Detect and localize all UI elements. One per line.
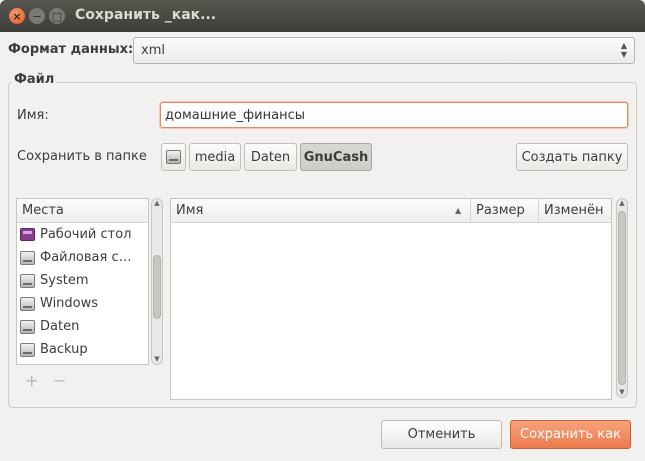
save-as-button[interactable]: Сохранить как: [510, 420, 631, 449]
drive-icon: [20, 273, 35, 288]
name-label: Имя:: [17, 108, 49, 123]
save-in-label: Сохранить в папке: [17, 149, 147, 164]
place-item-filesystem[interactable]: Файловая с…: [17, 246, 148, 269]
format-value: xml: [141, 43, 165, 58]
place-item-desktop[interactable]: Рабочий стол: [17, 223, 148, 246]
places-scrollbar[interactable]: ▲ ▼: [151, 198, 163, 365]
place-label: Daten: [40, 319, 80, 334]
scroll-up-icon[interactable]: ▲: [151, 199, 163, 207]
files-scrollbar[interactable]: ▲ ▼: [616, 198, 628, 398]
drive-icon: [20, 319, 35, 334]
drive-icon: [20, 342, 35, 357]
file-frame-label: Файл: [12, 72, 57, 87]
path-button-daten[interactable]: Daten: [244, 143, 297, 171]
files-scroll-thumb[interactable]: [618, 211, 626, 385]
places-scroll-thumb[interactable]: [153, 255, 161, 319]
remove-place-button[interactable]: −: [53, 371, 66, 390]
column-modified[interactable]: Изменён: [539, 199, 611, 222]
place-label: Backup: [40, 342, 88, 357]
column-size[interactable]: Размер: [471, 199, 539, 222]
scroll-down-icon[interactable]: ▼: [151, 355, 163, 363]
path-button-root[interactable]: [161, 143, 186, 171]
scroll-down-icon[interactable]: ▼: [616, 388, 628, 396]
drive-icon: [166, 150, 181, 164]
file-list-header: Имя ▲ Размер Изменён: [171, 199, 611, 223]
desktop-icon: [20, 228, 35, 241]
minimize-icon[interactable]: −: [29, 8, 45, 24]
format-label: Формат данных:: [8, 42, 134, 57]
place-item-system[interactable]: System: [17, 269, 148, 292]
format-select[interactable]: xml ▲ ▼: [133, 37, 635, 64]
filename-input[interactable]: [160, 102, 628, 128]
path-button-media[interactable]: media: [189, 143, 241, 171]
place-item-backup[interactable]: Backup: [17, 338, 148, 361]
drive-icon: [20, 296, 35, 311]
place-label: Файловая с…: [40, 250, 132, 265]
scroll-up-icon[interactable]: ▲: [616, 199, 628, 207]
updown-icon: ▲ ▼: [620, 41, 627, 59]
places-header: Места: [17, 199, 148, 223]
close-icon[interactable]: ×: [9, 8, 25, 24]
file-list[interactable]: Имя ▲ Размер Изменён: [170, 198, 612, 400]
window-title: Сохранить _как...: [75, 7, 217, 23]
create-folder-button[interactable]: Создать папку: [516, 143, 628, 171]
maximize-icon[interactable]: □: [49, 8, 65, 24]
drive-icon: [20, 250, 35, 265]
path-button-gnucash[interactable]: GnuCash: [300, 143, 372, 171]
title-bar: × − □ Сохранить _как...: [0, 0, 645, 32]
place-item-windows[interactable]: Windows: [17, 292, 148, 315]
sort-ascending-icon: ▲: [455, 206, 462, 215]
cancel-button[interactable]: Отменить: [381, 420, 502, 449]
place-label: Windows: [40, 296, 99, 311]
add-place-button[interactable]: +: [25, 371, 38, 390]
place-item-daten[interactable]: Daten: [17, 315, 148, 338]
place-label: Рабочий стол: [40, 227, 132, 242]
column-name[interactable]: Имя: [171, 199, 471, 222]
places-list: Места Рабочий стол Файловая с… System Wi…: [16, 198, 149, 365]
place-label: System: [40, 273, 89, 288]
